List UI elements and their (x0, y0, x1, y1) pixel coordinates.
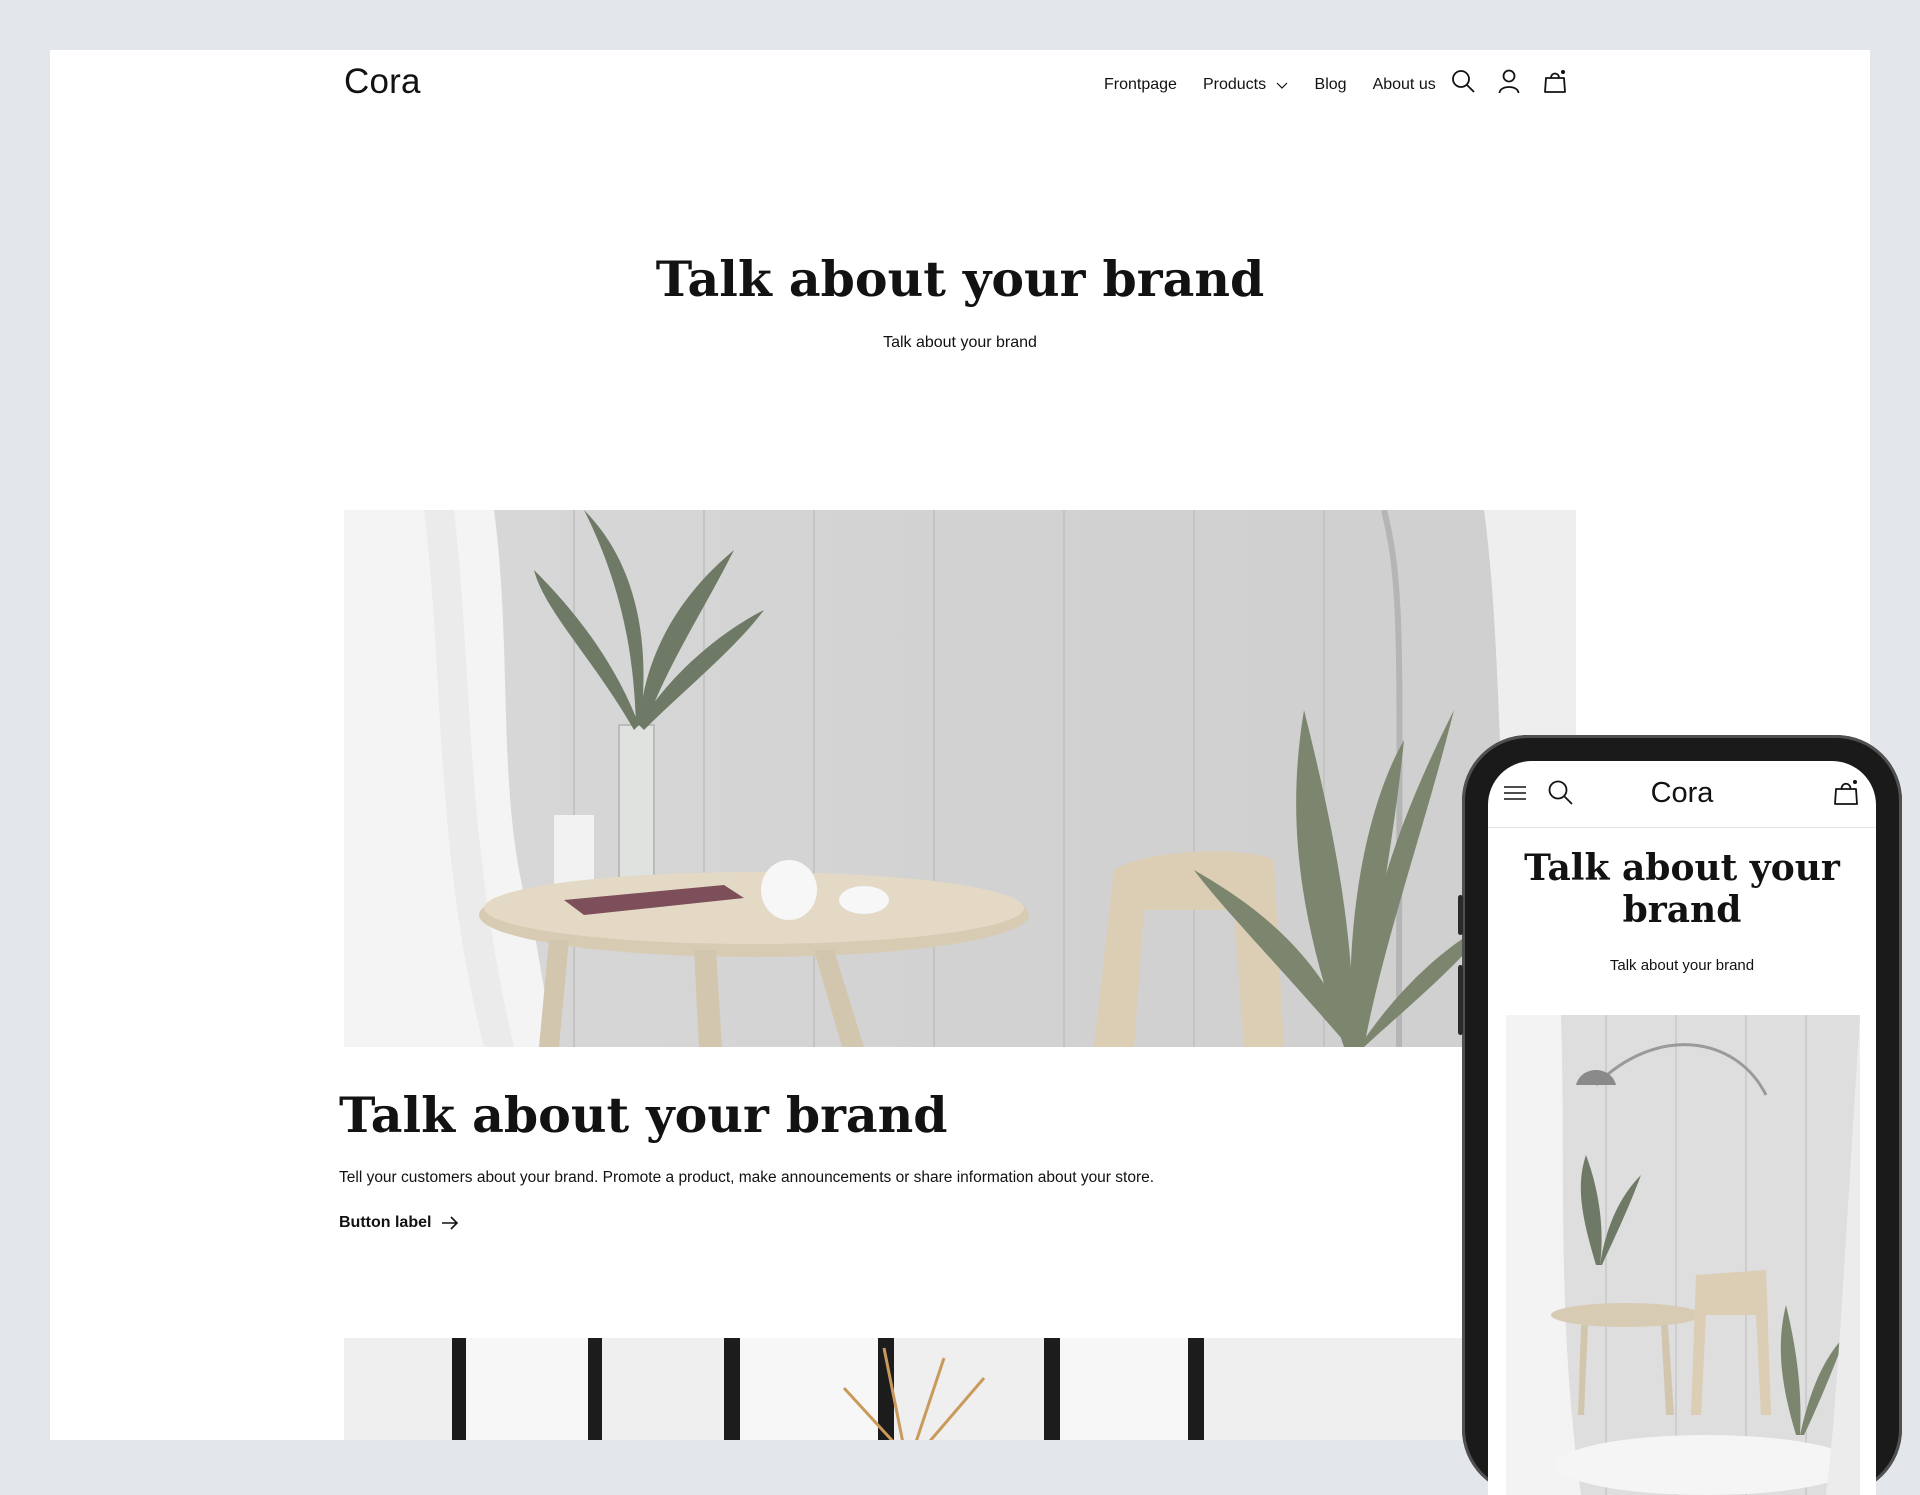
feature-button[interactable]: Button label (339, 1214, 459, 1232)
phone-side-button (1458, 895, 1463, 935)
main-nav: Frontpage Products Blog About us (1104, 76, 1436, 94)
mobile-store-logo[interactable]: Cora (1488, 777, 1876, 810)
banner-image-dining-room (344, 510, 1576, 1047)
site-header: Cora Frontpage Products Blog About us (50, 50, 1870, 116)
store-logo[interactable]: Cora (344, 62, 421, 102)
phone-volume-button (1458, 965, 1463, 1035)
nav-frontpage[interactable]: Frontpage (1104, 76, 1177, 94)
gallery-image-frames (344, 1338, 1576, 1440)
feature-title: Talk about your brand (339, 1086, 948, 1144)
arrow-right-icon (442, 1216, 459, 1230)
mobile-header: Cora (1488, 761, 1876, 828)
mobile-banner-image (1506, 1015, 1860, 1495)
mobile-screen: Cora Talk about your brand Talk about yo… (1488, 761, 1876, 1495)
header-icons (1450, 68, 1568, 94)
mobile-hero-title: Talk about your brand (1524, 847, 1840, 931)
hero-subtitle: Talk about your brand (883, 334, 1037, 351)
nav-about[interactable]: About us (1373, 76, 1436, 94)
mobile-hero-subtitle: Talk about your brand (1609, 957, 1755, 974)
hero-title: Talk about your brand (655, 250, 1265, 308)
feature-text: Tell your customers about your brand. Pr… (339, 1169, 1155, 1186)
nav-products[interactable]: Products (1203, 76, 1289, 94)
phone-mockup: Cora Talk about your brand Talk about yo… (1458, 735, 1902, 1495)
chevron-down-icon (1276, 82, 1287, 89)
nav-products-label: Products (1202, 76, 1267, 93)
account-icon[interactable] (1496, 68, 1522, 94)
feature-button-label: Button label (339, 1214, 432, 1231)
cart-icon[interactable] (1832, 778, 1860, 806)
nav-blog[interactable]: Blog (1315, 76, 1347, 94)
cart-icon[interactable] (1542, 68, 1568, 94)
search-icon[interactable] (1450, 68, 1476, 94)
